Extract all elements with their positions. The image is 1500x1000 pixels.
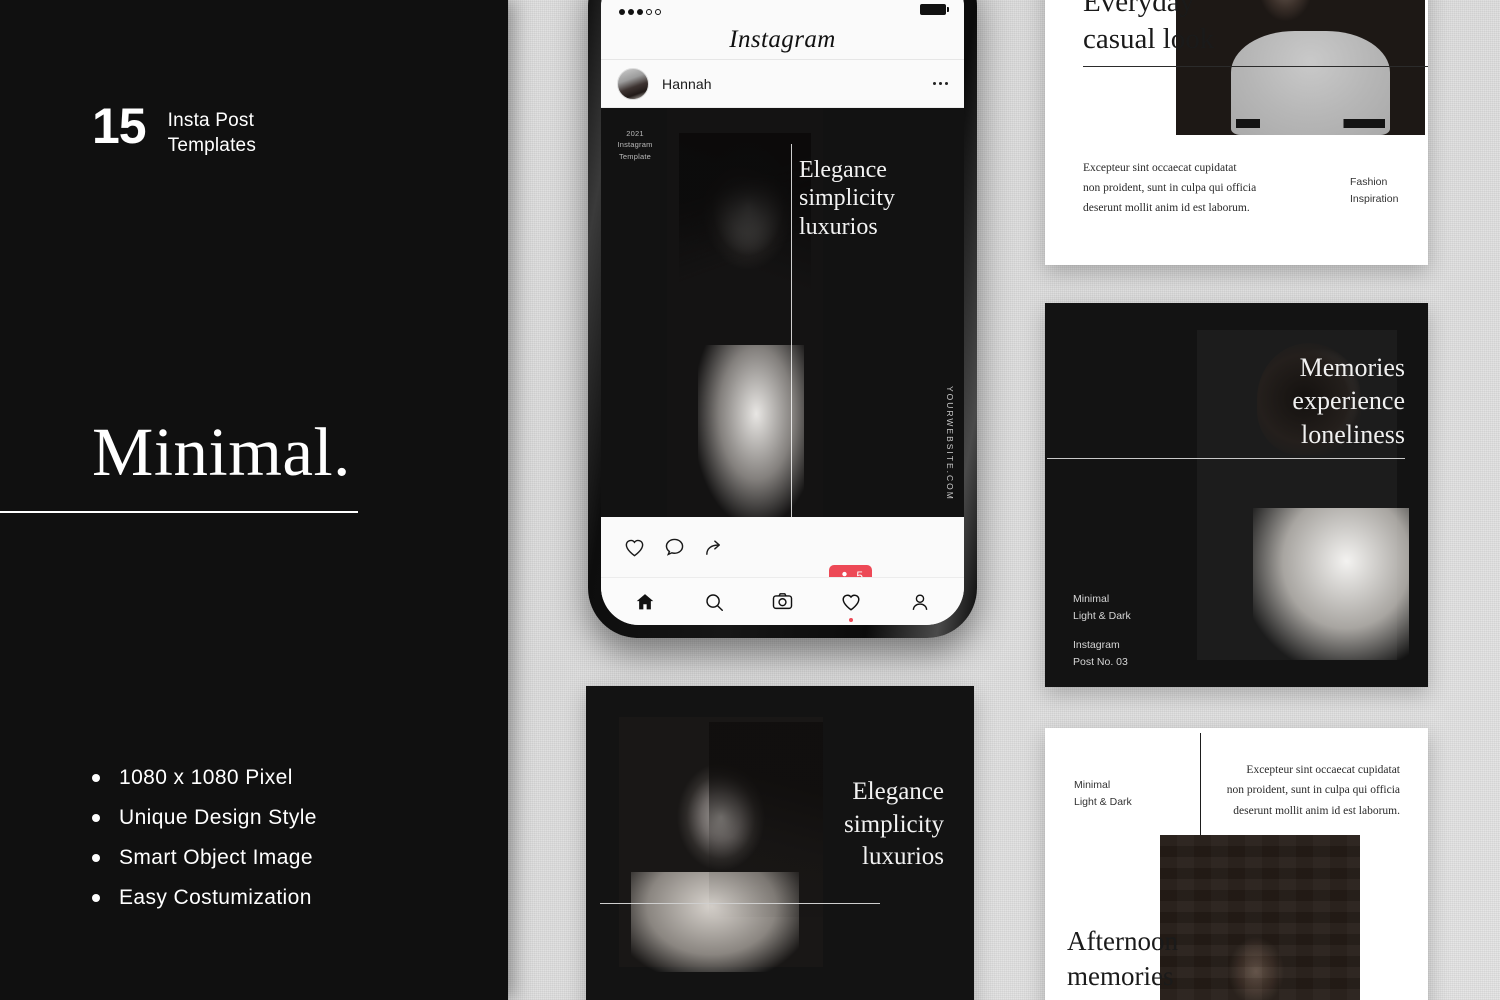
card-title: Everyday casual look bbox=[1083, 0, 1215, 55]
feature-label: Unique Design Style bbox=[119, 806, 317, 829]
phone-screen: Instagram Hannah 2021 Instagram Template E… bbox=[601, 0, 964, 625]
list-item: Unique Design Style bbox=[92, 798, 317, 838]
bullet-icon bbox=[92, 894, 100, 902]
bullet-icon bbox=[92, 814, 100, 822]
more-options-icon[interactable] bbox=[933, 82, 948, 85]
card-meta: Minimal Light & Dark bbox=[1074, 779, 1132, 808]
card-elegance-simplicity: Elegance simplicity luxurios bbox=[586, 686, 974, 1000]
brand-divider bbox=[0, 511, 358, 513]
card-divider bbox=[1083, 66, 1428, 67]
post-headline: Elegance simplicity luxurios bbox=[799, 157, 895, 240]
card-body-text: Excepteur sint occaecat cupidatat non pro… bbox=[1226, 764, 1400, 817]
card-meta-top: Minimal Light & Dark bbox=[1073, 593, 1131, 622]
feature-label: 1080 x 1080 Pixel bbox=[119, 766, 293, 789]
signal-strength-icon bbox=[619, 9, 661, 15]
card-everyday-casual-look: Everyday casual look Excepteur sint occae… bbox=[1045, 0, 1428, 265]
post-tag: 2021 Instagram Template bbox=[617, 129, 653, 161]
share-icon[interactable] bbox=[703, 536, 726, 559]
left-info-panel: 15 Insta Post Templates Minimal. 1080 x 1… bbox=[0, 0, 508, 1000]
template-count-number: 15 bbox=[92, 98, 147, 154]
tab-camera[interactable] bbox=[771, 590, 794, 613]
card-afternoon-memories: Minimal Light & Dark Excepteur sint occae… bbox=[1045, 728, 1428, 1000]
card-photo bbox=[1160, 835, 1360, 1000]
list-item: 1080 x 1080 Pixel bbox=[92, 758, 317, 798]
card-memories-experience: Memories experience loneliness Minimal Ligh… bbox=[1045, 303, 1428, 687]
bullet-icon bbox=[92, 854, 100, 862]
brand-title: Minimal. bbox=[92, 414, 351, 490]
card-divider bbox=[600, 903, 880, 904]
card-title: Afternoon memories bbox=[1067, 926, 1178, 992]
template-count-label: Insta Post Templates bbox=[167, 110, 257, 157]
phone-mockup: Instagram Hannah 2021 Instagram Template E… bbox=[588, 0, 977, 638]
template-count-header: 15 Insta Post Templates bbox=[92, 98, 257, 158]
avatar[interactable] bbox=[617, 67, 649, 100]
post-actions: 5 bbox=[601, 517, 964, 587]
like-icon[interactable] bbox=[623, 536, 646, 559]
tab-activity[interactable] bbox=[840, 591, 862, 622]
card-body-text: Excepteur sint occaecat cupidatat non pro… bbox=[1083, 162, 1257, 215]
list-item: Easy Costumization bbox=[92, 878, 317, 918]
tab-home[interactable] bbox=[634, 591, 656, 613]
battery-icon bbox=[920, 4, 949, 15]
card-meta: Fashion Inspiration bbox=[1350, 176, 1399, 205]
feature-label: Smart Object Image bbox=[119, 846, 313, 869]
status-bar bbox=[601, 0, 964, 21]
post-header: Hannah bbox=[601, 60, 964, 108]
feature-list: 1080 x 1080 Pixel Unique Design Style Sm… bbox=[92, 758, 317, 918]
post-vertical-rule bbox=[791, 144, 792, 517]
app-title: Instagram bbox=[601, 21, 964, 60]
post-image: 2021 Instagram Template Elegance simplicity… bbox=[601, 108, 964, 517]
tab-search[interactable] bbox=[703, 591, 725, 613]
post-website: YOURWEBSITE.COM bbox=[945, 386, 955, 501]
feature-label: Easy Costumization bbox=[119, 886, 312, 909]
activity-indicator-dot bbox=[849, 617, 854, 622]
bullet-icon bbox=[92, 774, 100, 782]
list-item: Smart Object Image bbox=[92, 838, 317, 878]
tab-profile[interactable] bbox=[909, 591, 931, 613]
post-username[interactable]: Hannah bbox=[662, 76, 920, 92]
card-title: Memories experience loneliness bbox=[1292, 353, 1405, 449]
comment-icon[interactable] bbox=[663, 536, 686, 559]
card-divider bbox=[1047, 458, 1405, 459]
card-meta-bottom: Instagram Post No. 03 bbox=[1073, 639, 1128, 668]
bottom-tab-bar bbox=[601, 577, 964, 625]
card-title: Elegance simplicity luxurios bbox=[844, 778, 944, 870]
poster-canvas: 15 Insta Post Templates Minimal. 1080 x 1… bbox=[0, 0, 1500, 1000]
